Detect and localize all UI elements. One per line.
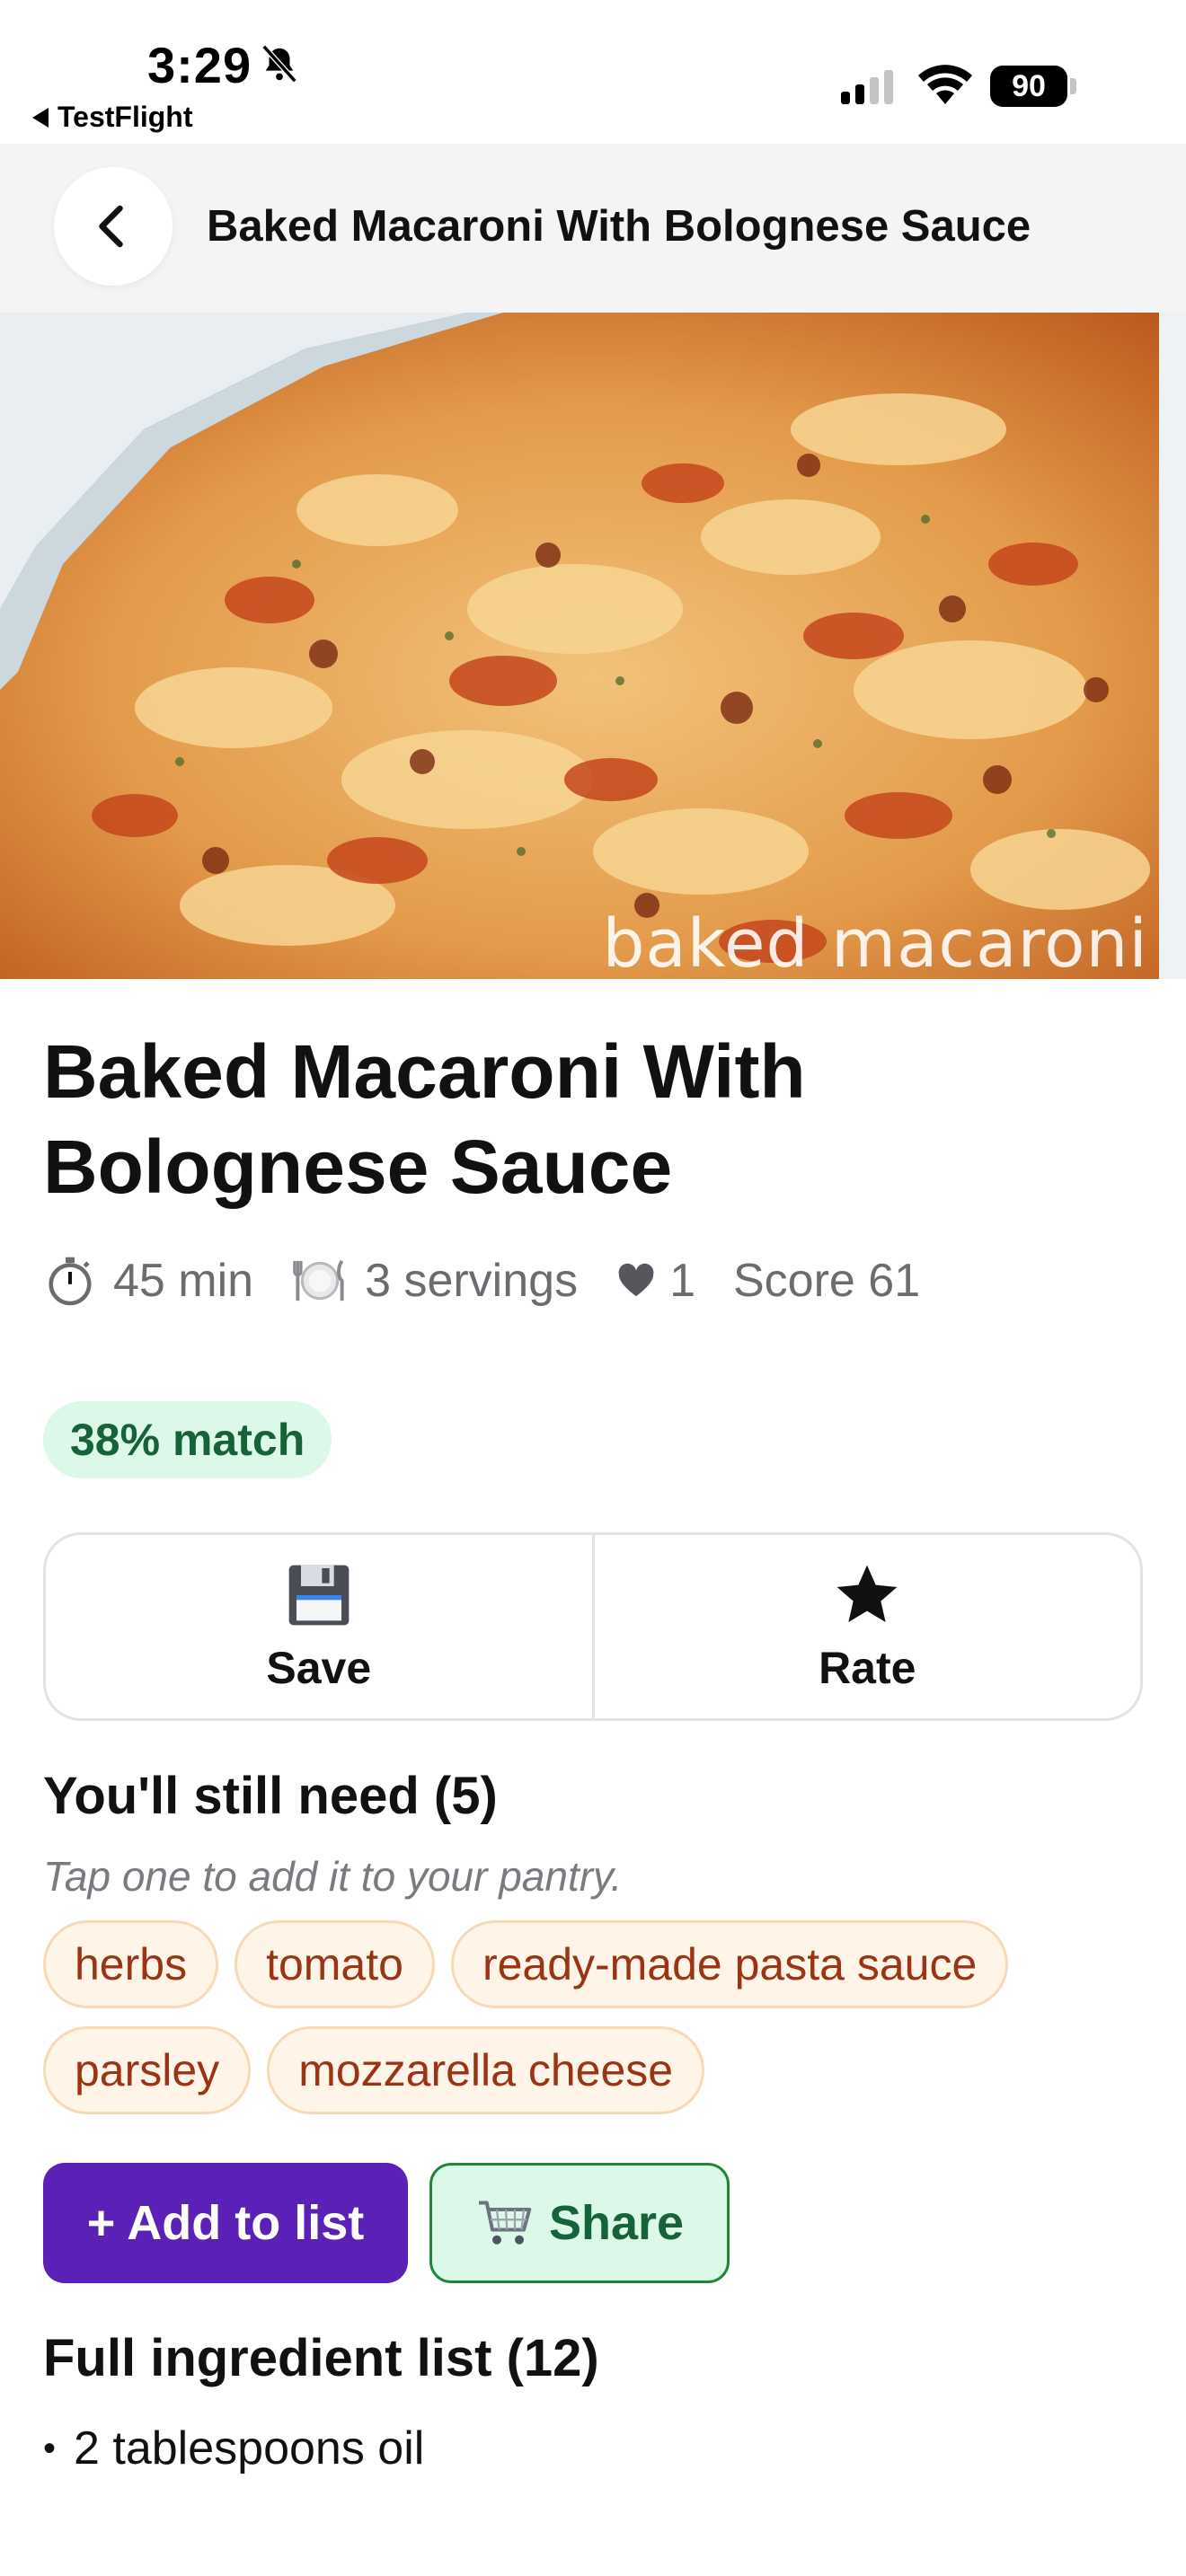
- back-triangle-icon: [32, 107, 49, 128]
- status-bar: 3:29 TestFlight 90: [0, 0, 1186, 144]
- page-title: Baked Macaroni With Bolognese Sauce: [207, 202, 1031, 251]
- meta-likes-value: 1: [669, 1255, 695, 1307]
- still-need-hint: Tap one to add it to your pantry.: [43, 1853, 623, 1900]
- share-button[interactable]: Share: [429, 2163, 730, 2283]
- meta-servings-value: 3 servings: [365, 1255, 579, 1307]
- recipe-title: Baked Macaroni With Bolognese Sauce: [43, 1029, 806, 1209]
- wifi-icon: [918, 65, 972, 104]
- meta-likes: 1: [615, 1254, 695, 1308]
- ingredient-text: 2 tablespoons oil: [74, 2422, 425, 2475]
- recipe-actions: Save Rate: [43, 1532, 1143, 1721]
- heart-icon: [618, 1263, 654, 1297]
- rate-button[interactable]: Rate: [591, 1535, 1141, 1718]
- plate-cutlery-icon: [293, 1259, 344, 1301]
- chevron-left-icon: [99, 205, 123, 248]
- missing-ingredient-chips: herbs tomato ready-made pasta sauce pars…: [43, 1920, 1157, 2114]
- bullet: •: [43, 2428, 57, 2468]
- meta-time-value: 45 min: [113, 1255, 254, 1307]
- stopwatch-icon: [49, 1257, 92, 1306]
- rate-label: Rate: [819, 1643, 916, 1693]
- ingredient-chip[interactable]: mozzarella cheese: [267, 2026, 705, 2114]
- share-label: Share: [548, 2196, 685, 2250]
- save-label: Save: [266, 1643, 372, 1693]
- floppy-disk-icon: [288, 1565, 350, 1626]
- recipe-hero-image: baked macaroni: [0, 313, 1186, 979]
- status-time: 3:29: [147, 37, 252, 93]
- ingredient-chip[interactable]: ready-made pasta sauce: [450, 1920, 1009, 2008]
- back-to-app-link[interactable]: TestFlight: [32, 101, 193, 134]
- star-icon: [836, 1565, 898, 1622]
- shopping-cart-icon: [478, 2201, 532, 2245]
- back-app-label: TestFlight: [58, 101, 193, 133]
- meta-score-value: Score 61: [733, 1255, 921, 1307]
- meta-score: Score 61: [733, 1254, 920, 1308]
- bell-slash-icon: [261, 44, 297, 84]
- hero-watermark: baked macaroni: [602, 905, 1148, 979]
- meta-time: 45 min: [43, 1254, 253, 1308]
- ingredient-list-item: • 2 tablespoons oil: [43, 2422, 424, 2475]
- back-button[interactable]: [54, 167, 173, 286]
- still-need-heading: You'll still need (5): [43, 1767, 498, 1825]
- battery-icon: 90: [990, 65, 1076, 108]
- recipe-meta: 45 min 3 servings 1 Score 61: [43, 1254, 958, 1308]
- battery-level: 90: [990, 66, 1067, 107]
- full-ingredient-heading: Full ingredient list (12): [43, 2329, 599, 2387]
- ingredient-chip[interactable]: parsley: [43, 2026, 252, 2114]
- add-to-list-button[interactable]: + Add to list: [43, 2163, 408, 2283]
- match-badge: 38% match: [43, 1401, 332, 1478]
- ingredient-chip[interactable]: tomato: [235, 1920, 435, 2008]
- nav-header: Baked Macaroni With Bolognese Sauce: [0, 144, 1186, 313]
- save-button[interactable]: Save: [46, 1535, 592, 1718]
- signal-icon: [841, 68, 893, 104]
- ingredient-chip[interactable]: herbs: [43, 1920, 219, 2008]
- meta-servings: 3 servings: [291, 1254, 578, 1308]
